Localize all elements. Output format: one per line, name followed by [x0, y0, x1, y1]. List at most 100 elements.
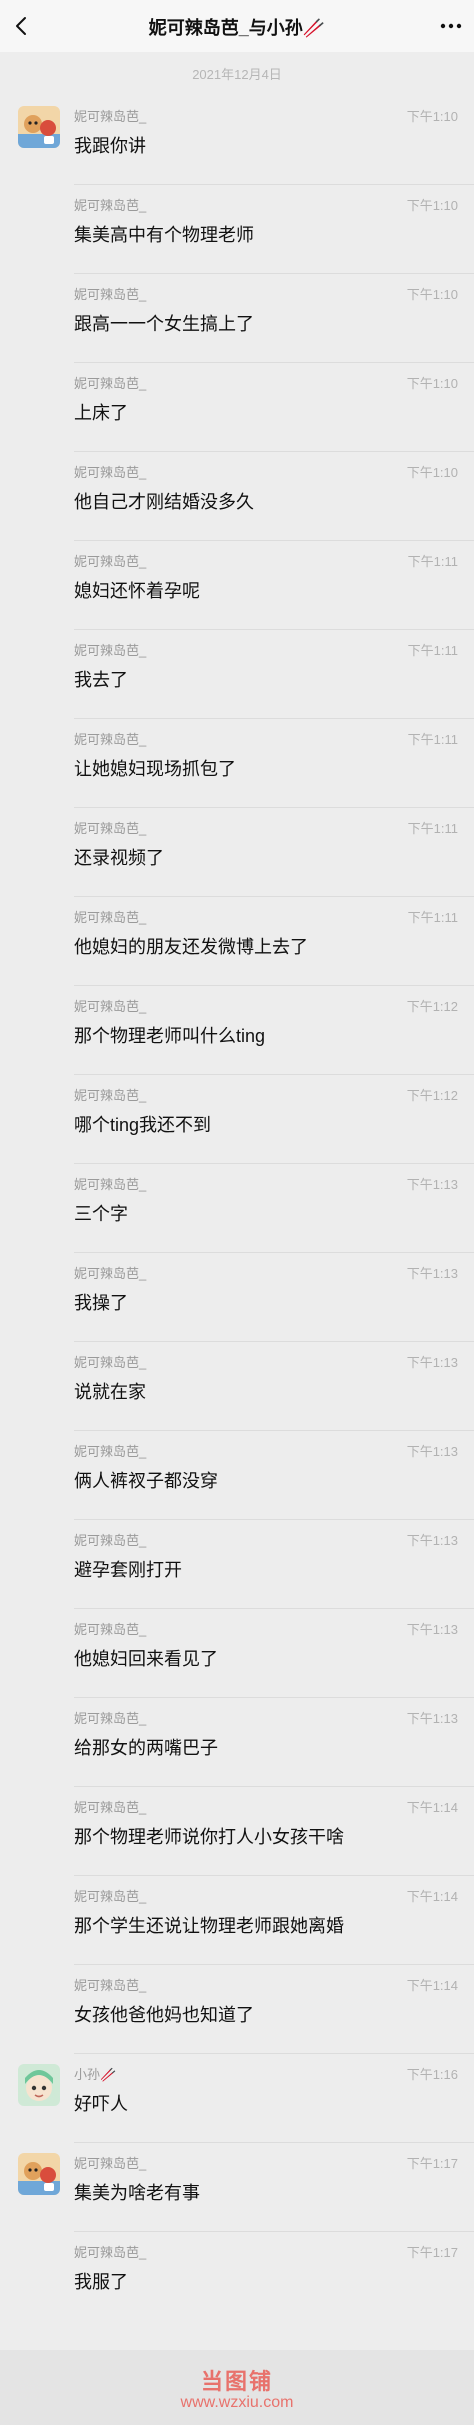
message-text: 让她媳妇现场抓包了	[74, 759, 236, 779]
message-time: 下午1:14	[406, 1800, 458, 1815]
message-text: 跟高一一个女生搞上了	[74, 314, 254, 334]
message-text: 那个学生还说让物理老师跟她离婚	[74, 1916, 344, 1936]
message-text: 说就在家	[74, 1382, 146, 1402]
message-time: 下午1:12	[406, 999, 458, 1014]
sender-name: 妮可辣岛芭_	[74, 198, 147, 213]
sender-name: 妮可辣岛芭_	[74, 1711, 147, 1726]
message-text: 我服了	[74, 2272, 128, 2292]
message-row[interactable]: 妮可辣岛芭_ 下午1:10 我跟你讲	[0, 96, 474, 185]
message-row[interactable]: 妮可辣岛芭_ 下午1:14 那个物理老师说你打人小女孩干啥	[0, 1787, 474, 1876]
message-row[interactable]: 妮可辣岛芭_ 下午1:13 给那女的两嘴巴子	[0, 1698, 474, 1787]
message-text: 他媳妇回来看见了	[74, 1649, 218, 1669]
sender-name: 妮可辣岛芭_	[74, 821, 147, 836]
message-text: 好吓人	[74, 2094, 128, 2114]
sender-name: 妮可辣岛芭_	[74, 732, 147, 747]
message-row[interactable]: 妮可辣岛芭_ 下午1:10 他自己才刚结婚没多久	[0, 452, 474, 541]
message-row[interactable]: 妮可辣岛芭_ 下午1:11 让她媳妇现场抓包了	[0, 719, 474, 808]
message-row[interactable]: 妮可辣岛芭_ 下午1:13 避孕套刚打开	[0, 1520, 474, 1609]
sender-name: 妮可辣岛芭_	[74, 1444, 147, 1459]
message-row[interactable]: 妮可辣岛芭_ 下午1:14 那个学生还说让物理老师跟她离婚	[0, 1876, 474, 1965]
watermark-footer: 当图铺 www.wzxiu.com	[0, 2350, 474, 2425]
sender-name: 妮可辣岛芭_	[74, 2156, 147, 2171]
message-text: 避孕套刚打开	[74, 1560, 182, 1580]
message-time: 下午1:13	[406, 1444, 458, 1459]
avatar[interactable]	[18, 2153, 60, 2195]
message-time: 下午1:10	[406, 198, 458, 213]
message-text: 那个物理老师说你打人小女孩干啥	[74, 1827, 344, 1847]
message-row[interactable]: 妮可辣岛芭_ 下午1:10 集美高中有个物理老师	[0, 185, 474, 274]
watermark-url: www.wzxiu.com	[180, 2394, 294, 2411]
message-text: 媳妇还怀着孕呢	[74, 581, 200, 601]
sender-name: 小孙🥢	[74, 2067, 117, 2082]
message-row[interactable]: 妮可辣岛芭_ 下午1:13 三个字	[0, 1164, 474, 1253]
message-time: 下午1:14	[406, 1978, 458, 1993]
chevron-left-icon[interactable]	[12, 16, 32, 36]
nav-bar: 妮可辣岛芭_与小孙🥢	[0, 0, 474, 52]
message-row[interactable]: 妮可辣岛芭_ 下午1:13 我操了	[0, 1253, 474, 1342]
message-text: 哪个ting我还不到	[74, 1115, 212, 1135]
message-time: 下午1:10	[406, 109, 458, 124]
message-time: 下午1:17	[406, 2245, 458, 2260]
message-row[interactable]: 妮可辣岛芭_ 下午1:10 上床了	[0, 363, 474, 452]
message-row[interactable]: 妮可辣岛芭_ 下午1:11 我去了	[0, 630, 474, 719]
sender-name: 妮可辣岛芭_	[74, 465, 147, 480]
watermark-logo: 当图铺	[200, 2369, 273, 2394]
message-text: 那个物理老师叫什么ting	[74, 1026, 266, 1046]
message-row[interactable]: 妮可辣岛芭_ 下午1:11 他媳妇的朋友还发微博上去了	[0, 897, 474, 986]
message-time: 下午1:10	[406, 287, 458, 302]
message-text: 他自己才刚结婚没多久	[74, 492, 254, 512]
sender-name: 妮可辣岛芭_	[74, 1177, 147, 1192]
more-horizontal-icon[interactable]	[440, 16, 462, 36]
sender-name: 妮可辣岛芭_	[74, 1978, 147, 1993]
sender-name: 妮可辣岛芭_	[74, 1266, 147, 1281]
sender-name: 妮可辣岛芭_	[74, 1533, 147, 1548]
message-text: 集美高中有个物理老师	[74, 225, 254, 245]
sender-name: 妮可辣岛芭_	[74, 1355, 147, 1370]
avatar[interactable]	[18, 106, 60, 148]
sender-name: 妮可辣岛芭_	[74, 109, 147, 124]
sender-name: 妮可辣岛芭_	[74, 2245, 147, 2260]
message-time: 下午1:14	[406, 1889, 458, 1904]
message-row[interactable]: 妮可辣岛芭_ 下午1:12 那个物理老师叫什么ting	[0, 986, 474, 1075]
message-text: 上床了	[74, 403, 128, 423]
message-text: 女孩他爸他妈也知道了	[74, 2005, 254, 2025]
message-row[interactable]: 妮可辣岛芭_ 下午1:11 还录视频了	[0, 808, 474, 897]
message-time: 下午1:11	[407, 554, 458, 569]
message-text: 俩人裤衩子都没穿	[74, 1471, 218, 1491]
message-row[interactable]: 妮可辣岛芭_ 下午1:13 他媳妇回来看见了	[0, 1609, 474, 1698]
avatar[interactable]	[18, 2064, 60, 2106]
message-time: 下午1:13	[406, 1711, 458, 1726]
message-time: 下午1:11	[407, 910, 458, 925]
message-time: 下午1:13	[406, 1622, 458, 1637]
message-time: 下午1:11	[407, 643, 458, 658]
message-row[interactable]: 妮可辣岛芭_ 下午1:14 女孩他爸他妈也知道了	[0, 1965, 474, 2054]
message-row[interactable]: 妮可辣岛芭_ 下午1:10 跟高一一个女生搞上了	[0, 274, 474, 363]
date-separator: 2021年12月4日	[192, 67, 282, 82]
chat-title: 妮可辣岛芭_与小孙🥢	[148, 18, 326, 38]
sender-name: 妮可辣岛芭_	[74, 1800, 147, 1815]
message-time: 下午1:17	[406, 2156, 458, 2171]
sender-name: 妮可辣岛芭_	[74, 554, 147, 569]
message-row[interactable]: 妮可辣岛芭_ 下午1:12 哪个ting我还不到	[0, 1075, 474, 1164]
message-row[interactable]: 妮可辣岛芭_ 下午1:17 集美为啥老有事	[0, 2143, 474, 2232]
message-time: 下午1:13	[406, 1355, 458, 1370]
message-time: 下午1:10	[406, 376, 458, 391]
message-row[interactable]: 妮可辣岛芭_ 下午1:13 说就在家	[0, 1342, 474, 1431]
message-row[interactable]: 妮可辣岛芭_ 下午1:17 我服了	[0, 2232, 474, 2321]
message-text: 三个字	[74, 1204, 128, 1224]
message-row[interactable]: 妮可辣岛芭_ 下午1:11 媳妇还怀着孕呢	[0, 541, 474, 630]
message-text: 我去了	[74, 670, 128, 690]
message-time: 下午1:10	[406, 465, 458, 480]
message-time: 下午1:11	[407, 821, 458, 836]
message-time: 下午1:11	[407, 732, 458, 747]
message-row[interactable]: 小孙🥢 下午1:16 好吓人	[0, 2054, 474, 2143]
message-text: 我操了	[74, 1293, 128, 1313]
message-row[interactable]: 妮可辣岛芭_ 下午1:13 俩人裤衩子都没穿	[0, 1431, 474, 1520]
message-text: 集美为啥老有事	[74, 2183, 200, 2203]
message-text: 还录视频了	[74, 848, 164, 868]
message-time: 下午1:16	[406, 2067, 458, 2082]
message-text: 给那女的两嘴巴子	[74, 1738, 218, 1758]
sender-name: 妮可辣岛芭_	[74, 1088, 147, 1103]
message-time: 下午1:13	[406, 1177, 458, 1192]
sender-name: 妮可辣岛芭_	[74, 1889, 147, 1904]
